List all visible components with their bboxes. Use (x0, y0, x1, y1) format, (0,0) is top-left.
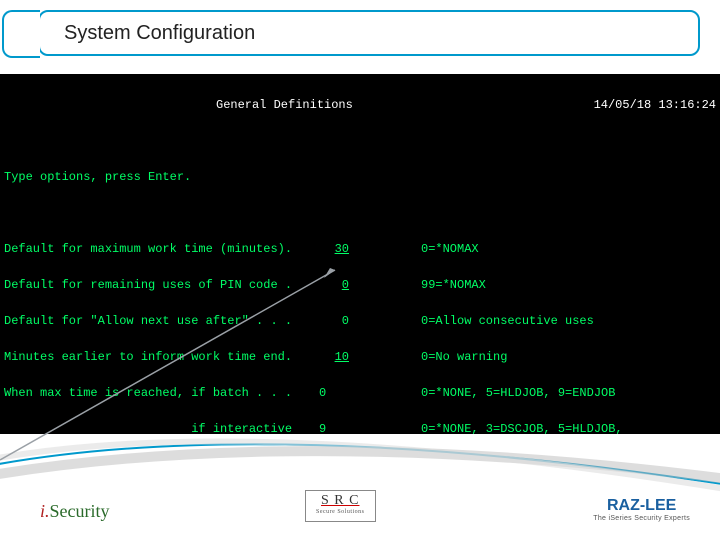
slide-header: System Configuration (38, 10, 700, 56)
prompt: Type options, press Enter. (4, 168, 191, 186)
field-label: if interactive (4, 420, 319, 434)
field-label: Minutes earlier to inform work time end. (4, 348, 319, 366)
field-hint: 99=*NOMAX (421, 276, 486, 294)
field-hint: 0=No warning (421, 348, 507, 366)
screen-title: General Definitions (216, 96, 353, 114)
field-label: Default for "Allow next use after" . . . (4, 312, 319, 330)
terminal-screen: General Definitions 14/05/18 13:16:24 Typ… (0, 74, 720, 434)
logo-src: S R C Secure Solutions (305, 490, 376, 522)
logo-razlee: RAZ-LEE The iSeries Security Experts (593, 497, 690, 522)
field-hint: 0=*NONE, 5=HLDJOB, 9=ENDJOB (421, 384, 615, 402)
field-value[interactable]: 10 (319, 348, 349, 366)
field-label: When max time is reached, if batch . . . (4, 384, 319, 402)
field-hint: 0=*NONE, 3=DSCJOB, 5=HLDJOB, (421, 420, 623, 434)
field-hint: 0=*NOMAX (421, 240, 479, 258)
field-value[interactable]: 0 (319, 276, 349, 294)
field-value[interactable]: 0 (319, 312, 349, 330)
logo-isecurity: i.Security (40, 501, 110, 522)
field-hint: 0=Allow consecutive uses (421, 312, 594, 330)
timestamp: 14/05/18 13:16:24 (594, 96, 716, 114)
field-value[interactable]: 0 (319, 384, 349, 402)
field-label: Default for maximum work time (minutes). (4, 240, 319, 258)
slide-footer: i.Security S R C Secure Solutions RAZ-LE… (0, 450, 720, 540)
field-value[interactable]: 30 (319, 240, 349, 258)
field-label: Default for remaining uses of PIN code . (4, 276, 319, 294)
slide-title: System Configuration (64, 22, 255, 45)
field-value[interactable]: 9 (319, 420, 349, 434)
